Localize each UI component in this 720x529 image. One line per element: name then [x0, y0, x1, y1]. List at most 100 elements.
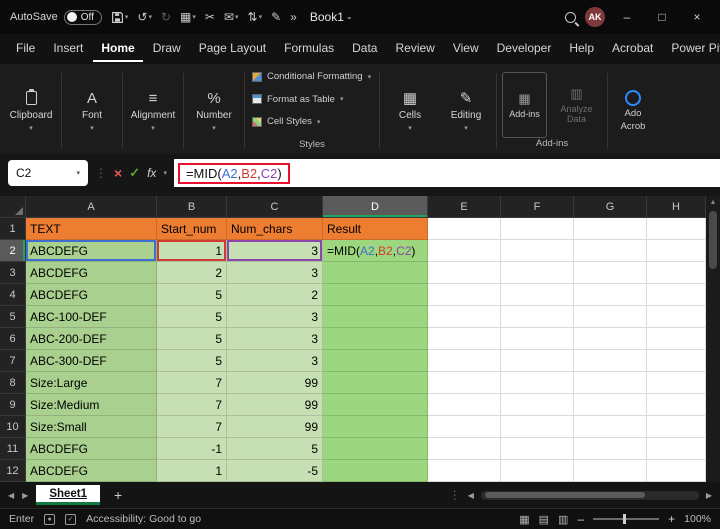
cell-H1[interactable]: [647, 218, 706, 240]
cell-G2[interactable]: [574, 240, 647, 262]
cell-C7[interactable]: 3: [227, 350, 323, 372]
cell-A6[interactable]: ABC-200-DEF: [26, 328, 157, 350]
cell-B2[interactable]: 1: [157, 240, 227, 262]
row-header-9[interactable]: 9: [0, 394, 26, 416]
search-button[interactable]: [565, 11, 576, 23]
cell-B8[interactable]: 7: [157, 372, 227, 394]
cell-G9[interactable]: [574, 394, 647, 416]
cell-G1[interactable]: [574, 218, 647, 240]
addins-button[interactable]: ▦ Add-ins: [502, 72, 548, 138]
menu-item-home[interactable]: Home: [93, 36, 143, 62]
cancel-button[interactable]: ×: [114, 165, 122, 181]
scrollbar-thumb[interactable]: [709, 211, 717, 269]
menu-item-acrobat[interactable]: Acrobat: [604, 36, 661, 62]
enter-button[interactable]: ✓: [129, 165, 140, 181]
scroll-right-button[interactable]: ▶: [706, 491, 712, 500]
row-header-4[interactable]: 4: [0, 284, 26, 306]
cell-C11[interactable]: 5: [227, 438, 323, 460]
row-header-10[interactable]: 10: [0, 416, 26, 438]
cell-A10[interactable]: Size:Small: [26, 416, 157, 438]
format-as-table-button[interactable]: Format as Table ▾: [252, 94, 372, 105]
save-button[interactable]: ▾: [111, 11, 128, 24]
macro-record-icon[interactable]: ●: [44, 513, 56, 525]
cell-B6[interactable]: 5: [157, 328, 227, 350]
minimize-button[interactable]: –: [614, 10, 640, 24]
previous-sheet-button[interactable]: ◀: [8, 491, 14, 500]
cell-A4[interactable]: ABCDEFG: [26, 284, 157, 306]
cell-D4[interactable]: [323, 284, 428, 306]
analyze-data-button[interactable]: ▥ Analyze Data: [551, 72, 602, 138]
cell-D11[interactable]: [323, 438, 428, 460]
adobe-acrobat-button[interactable]: Ado Acrob: [611, 69, 655, 152]
cell-D2[interactable]: =MID(A2, B2, C2): [323, 240, 428, 262]
menu-item-view[interactable]: View: [445, 36, 487, 62]
undo-button[interactable]: ↺ ▾: [137, 11, 152, 23]
column-header-H[interactable]: H: [647, 196, 706, 218]
row-header-7[interactable]: 7: [0, 350, 26, 372]
cell-F4[interactable]: [501, 284, 574, 306]
drag-handle-icon[interactable]: ⋮: [95, 166, 107, 180]
sort-button[interactable]: ⇅ ▾: [248, 11, 263, 23]
row-header-2[interactable]: 2: [0, 240, 26, 262]
zoom-out-button[interactable]: –: [577, 512, 584, 526]
cell-C5[interactable]: 3: [227, 306, 323, 328]
column-header-F[interactable]: F: [501, 196, 574, 218]
cell-E8[interactable]: [428, 372, 501, 394]
cell-D8[interactable]: [323, 372, 428, 394]
email-button[interactable]: ✉ ▾: [224, 11, 239, 23]
cell-H3[interactable]: [647, 262, 706, 284]
cell-D7[interactable]: [323, 350, 428, 372]
cell-H10[interactable]: [647, 416, 706, 438]
cell-E1[interactable]: [428, 218, 501, 240]
cell-G12[interactable]: [574, 460, 647, 482]
ribbon-group-alignment[interactable]: ≡ Alignment ▾: [126, 69, 180, 152]
ribbon-group-number[interactable]: % Number ▾: [187, 69, 241, 152]
cell-H11[interactable]: [647, 438, 706, 460]
cell-F3[interactable]: [501, 262, 574, 284]
more-commands-button[interactable]: »: [290, 11, 297, 23]
cell-H8[interactable]: [647, 372, 706, 394]
column-header-G[interactable]: G: [574, 196, 647, 218]
copy-button[interactable]: ▦ ▾: [180, 11, 196, 23]
cell-C4[interactable]: 2: [227, 284, 323, 306]
cell-F1[interactable]: [501, 218, 574, 240]
restore-button[interactable]: □: [649, 10, 675, 24]
row-header-6[interactable]: 6: [0, 328, 26, 350]
insert-function-button[interactable]: fx: [147, 166, 156, 180]
cell-A11[interactable]: ABCDEFG: [26, 438, 157, 460]
row-header-11[interactable]: 11: [0, 438, 26, 460]
menu-item-review[interactable]: Review: [387, 36, 442, 62]
menu-item-page-layout[interactable]: Page Layout: [191, 36, 274, 62]
menu-item-insert[interactable]: Insert: [45, 36, 91, 62]
cell-F11[interactable]: [501, 438, 574, 460]
cell-D12[interactable]: [323, 460, 428, 482]
horizontal-scrollbar[interactable]: [480, 490, 699, 500]
cell-A12[interactable]: ABCDEFG: [26, 460, 157, 482]
column-header-A[interactable]: A: [26, 196, 157, 218]
menu-item-formulas[interactable]: Formulas: [276, 36, 342, 62]
page-break-view-icon[interactable]: ▥: [558, 513, 568, 526]
cell-G10[interactable]: [574, 416, 647, 438]
cell-G8[interactable]: [574, 372, 647, 394]
cell-F12[interactable]: [501, 460, 574, 482]
column-header-C[interactable]: C: [227, 196, 323, 218]
cell-A1[interactable]: TEXT: [26, 218, 157, 240]
cell-C6[interactable]: 3: [227, 328, 323, 350]
cell-E2[interactable]: [428, 240, 501, 262]
cell-G3[interactable]: [574, 262, 647, 284]
name-box[interactable]: C2 ▾: [8, 160, 88, 186]
cell-H2[interactable]: [647, 240, 706, 262]
cell-E12[interactable]: [428, 460, 501, 482]
next-sheet-button[interactable]: ▶: [22, 491, 28, 500]
cell-A8[interactable]: Size:Large: [26, 372, 157, 394]
cell-C1[interactable]: Num_chars: [227, 218, 323, 240]
zoom-slider-thumb[interactable]: [623, 514, 627, 524]
cell-G4[interactable]: [574, 284, 647, 306]
column-header-B[interactable]: B: [157, 196, 227, 218]
cell-E5[interactable]: [428, 306, 501, 328]
cell-H5[interactable]: [647, 306, 706, 328]
autosave-toggle[interactable]: AutoSave Off: [10, 9, 102, 25]
redo-button[interactable]: ↻: [161, 11, 171, 23]
vertical-scrollbar[interactable]: ▲: [706, 196, 720, 482]
cell-H9[interactable]: [647, 394, 706, 416]
